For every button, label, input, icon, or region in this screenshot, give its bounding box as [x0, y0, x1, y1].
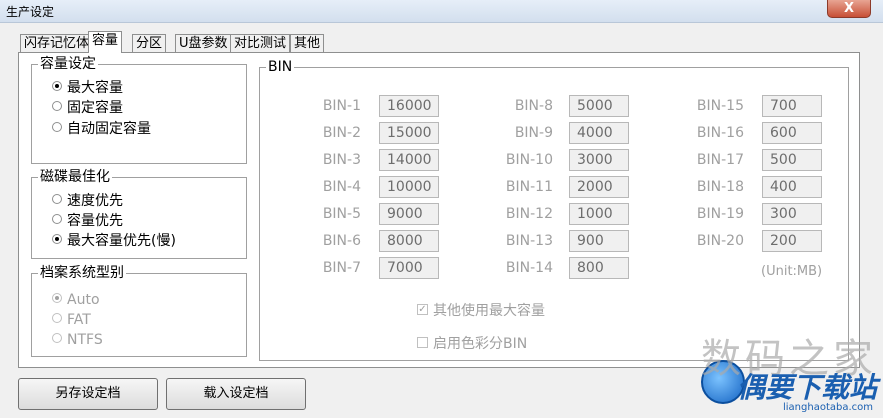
radio-label: NTFS: [67, 332, 103, 348]
radio-label: 容量优先: [67, 213, 123, 229]
tab-compare-test[interactable]: 对比测试: [230, 34, 291, 52]
filesystem-legend: 档案系统型别: [40, 265, 124, 281]
bin-value-input[interactable]: 5000: [569, 95, 629, 117]
radio-dot-icon: [52, 333, 62, 343]
checkbox-label: 其他使用最大容量: [433, 303, 545, 319]
bin-label: BIN-7: [322, 260, 361, 276]
radio-dot-icon: [52, 101, 62, 111]
disk-optimize-legend: 磁碟最佳化: [40, 169, 110, 185]
load-config-button[interactable]: 载入设定档: [166, 378, 306, 410]
radio-label: 最大容量优先(慢): [67, 233, 176, 249]
bin-label: BIN-2: [322, 125, 361, 141]
radio-dot-icon: [52, 293, 62, 303]
bin-value-input[interactable]: 2000: [569, 176, 629, 198]
bin-value-input[interactable]: 800: [569, 257, 629, 279]
bin-label: BIN-9: [514, 125, 553, 141]
radio-fs-auto[interactable]: Auto: [52, 291, 100, 309]
radio-speed-priority[interactable]: 速度优先: [52, 192, 123, 210]
bin-label: BIN-4: [322, 179, 361, 195]
bin-label: BIN-12: [505, 206, 553, 222]
bin-label: BIN-18: [696, 179, 744, 195]
capacity-panel: 容量设定 最大容量 固定容量 自动固定容量 磁碟最佳化 速度优先 容量优先 最大…: [18, 52, 860, 368]
radio-dot-icon: [52, 234, 62, 244]
tab-capacity[interactable]: 容量: [88, 31, 123, 53]
radio-auto-fixed-capacity[interactable]: 自动固定容量: [52, 120, 151, 138]
radio-fs-fat[interactable]: FAT: [52, 311, 91, 329]
radio-max-capacity-slow[interactable]: 最大容量优先(慢): [52, 232, 176, 250]
radio-dot-icon: [52, 313, 62, 323]
watermark: 数码之家 偶要下载站 lianghaotaba.com: [701, 326, 881, 416]
bin-label: BIN-11: [505, 179, 553, 195]
radio-fixed-capacity[interactable]: 固定容量: [52, 99, 123, 117]
watermark-brand: 偶要下载站: [736, 371, 877, 404]
radio-max-capacity[interactable]: 最大容量: [52, 79, 123, 97]
bin-label: BIN-1: [322, 98, 361, 114]
bin-label: BIN-19: [696, 206, 744, 222]
close-button[interactable]: X: [827, 0, 871, 18]
bin-value-input[interactable]: 16000: [379, 95, 439, 117]
bin-value-input[interactable]: 14000: [379, 149, 439, 171]
bin-label: BIN-13: [505, 233, 553, 249]
bin-value-input[interactable]: 700: [762, 95, 822, 117]
tab-partition[interactable]: 分区: [132, 34, 167, 52]
bin-value-input[interactable]: 9000: [379, 203, 439, 225]
checkbox-label: 启用色彩分BIN: [433, 336, 528, 352]
bin-value-input[interactable]: 500: [762, 149, 822, 171]
bin-value-input[interactable]: 15000: [379, 122, 439, 144]
radio-label: 最大容量: [67, 80, 123, 96]
window-title: 生产设定: [6, 5, 55, 19]
radio-dot-icon: [52, 214, 62, 224]
bin-label: BIN-10: [505, 152, 553, 168]
bin-label: BIN-14: [505, 260, 553, 276]
bin-value-input[interactable]: 1000: [569, 203, 629, 225]
use-max-checkbox[interactable]: ✓ 其他使用最大容量: [417, 302, 545, 320]
bin-value-input[interactable]: 4000: [569, 122, 629, 144]
bin-value-input[interactable]: 200: [762, 230, 822, 252]
bin-value-input[interactable]: 600: [762, 122, 822, 144]
bin-legend: BIN: [268, 59, 293, 75]
capacity-settings-legend: 容量设定: [40, 56, 96, 72]
bin-label: BIN-8: [514, 98, 553, 114]
radio-dot-icon: [52, 122, 62, 132]
radio-dot-icon: [52, 194, 62, 204]
radio-label: 固定容量: [67, 100, 123, 116]
tab-other[interactable]: 其他: [290, 34, 325, 52]
bin-label: BIN-6: [322, 233, 361, 249]
radio-fs-ntfs[interactable]: NTFS: [52, 331, 103, 349]
checkmark-icon: ✓: [417, 303, 428, 315]
watermark-url: lianghaotaba.com: [782, 402, 873, 413]
bin-value-input[interactable]: 7000: [379, 257, 439, 279]
bin-label: BIN-16: [696, 125, 744, 141]
unit-label: (Unit:MB): [761, 264, 823, 279]
tab-usb-params[interactable]: U盘参数: [175, 34, 232, 52]
bin-value-input[interactable]: 10000: [379, 176, 439, 198]
color-bin-checkbox[interactable]: 启用色彩分BIN: [417, 335, 527, 353]
bin-label: BIN-3: [322, 152, 361, 168]
bin-value-input[interactable]: 300: [762, 203, 822, 225]
radio-label: FAT: [67, 312, 91, 328]
radio-dot-icon: [52, 81, 62, 91]
bin-value-input[interactable]: 900: [569, 230, 629, 252]
radio-label: 自动固定容量: [67, 121, 151, 137]
bin-label: BIN-17: [696, 152, 744, 168]
bin-value-input[interactable]: 3000: [569, 149, 629, 171]
bin-value-input[interactable]: 400: [762, 176, 822, 198]
radio-label: Auto: [67, 292, 100, 308]
radio-label: 速度优先: [67, 193, 123, 209]
bin-label: BIN-5: [322, 206, 361, 222]
tab-flash[interactable]: 闪存记忆体: [20, 34, 94, 52]
save-config-button[interactable]: 另存设定档: [18, 378, 158, 410]
bin-value-input[interactable]: 8000: [379, 230, 439, 252]
title-bar: 生产设定 X: [0, 0, 883, 23]
checkbox-icon: [417, 336, 428, 348]
bin-label: BIN-15: [696, 98, 744, 114]
radio-capacity-priority[interactable]: 容量优先: [52, 212, 123, 230]
bin-label: BIN-20: [696, 233, 744, 249]
